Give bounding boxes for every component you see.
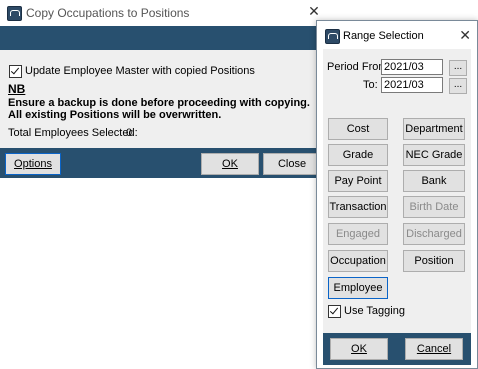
bank-button[interactable]: Bank	[403, 170, 465, 192]
update-employee-master-checkbox[interactable]	[9, 65, 22, 78]
range-ok-button[interactable]: OK	[330, 338, 388, 360]
update-employee-master-label: Update Employee Master with copied Posit…	[25, 65, 255, 77]
main-body: Update Employee Master with copied Posit…	[0, 50, 326, 148]
use-tagging-label: Use Tagging	[344, 305, 405, 317]
transaction-button[interactable]: Transaction	[328, 196, 388, 218]
total-employees-label: Total Employees Selected:	[8, 127, 138, 139]
range-selection-dialog: Range Selection ✕ Period From: 2021/03 .…	[316, 20, 478, 369]
range-cancel-button[interactable]: Cancel	[405, 338, 463, 360]
options-button-label: Options	[14, 158, 52, 170]
main-titlebar: Copy Occupations to Positions ✕	[0, 0, 326, 26]
engaged-button[interactable]: Engaged	[328, 223, 388, 245]
options-button[interactable]: Options	[5, 153, 61, 175]
main-top-band	[0, 26, 326, 50]
ok-button[interactable]: OK	[201, 153, 259, 175]
period-to-field[interactable]: 2021/03	[381, 77, 443, 93]
discharged-button[interactable]: Discharged	[403, 223, 465, 245]
close-icon[interactable]: ✕	[459, 27, 471, 44]
app-icon	[7, 6, 22, 21]
close-button[interactable]: Close	[263, 153, 321, 175]
grade-button[interactable]: Grade	[328, 144, 388, 166]
period-from-browse-button[interactable]: ...	[449, 60, 467, 76]
position-button[interactable]: Position	[403, 250, 465, 272]
copy-occupations-dialog: Copy Occupations to Positions ✕ Update E…	[0, 0, 326, 178]
main-dialog-title: Copy Occupations to Positions	[26, 6, 190, 20]
app-icon	[325, 29, 340, 44]
period-to-label: To:	[363, 79, 378, 91]
nb-heading: NB	[8, 82, 26, 96]
range-titlebar: Range Selection ✕	[317, 21, 477, 49]
range-cancel-button-label: Cancel	[416, 343, 452, 355]
total-employees-value: 0	[126, 127, 133, 139]
cost-centre-button[interactable]: Cost Centre	[328, 118, 388, 155]
range-dialog-title: Range Selection	[343, 30, 424, 42]
close-icon[interactable]: ✕	[306, 3, 322, 19]
range-panel: Period From: 2021/03 ... To: 2021/03 ...…	[323, 49, 471, 333]
main-button-band: Options OK Close	[0, 148, 326, 178]
use-tagging-checkbox[interactable]	[328, 305, 341, 318]
close-button-label: Close	[277, 158, 307, 170]
range-button-band: OK Cancel	[323, 333, 471, 365]
ok-button-label: OK	[222, 158, 238, 170]
period-to-browse-button[interactable]: ...	[449, 78, 467, 94]
employee-button[interactable]: Employee	[328, 277, 388, 299]
birth-date-button[interactable]: Birth Date	[403, 196, 465, 218]
occupation-button[interactable]: Occupation	[328, 250, 388, 272]
range-ok-button-label: OK	[351, 343, 367, 355]
warning-text: Ensure a backup is done before proceedin…	[8, 97, 310, 121]
nec-grade-button[interactable]: NEC Grade	[403, 144, 465, 166]
department-button[interactable]: Department	[403, 118, 465, 140]
period-from-field[interactable]: 2021/03	[381, 59, 443, 75]
pay-point-button[interactable]: Pay Point	[328, 170, 388, 192]
